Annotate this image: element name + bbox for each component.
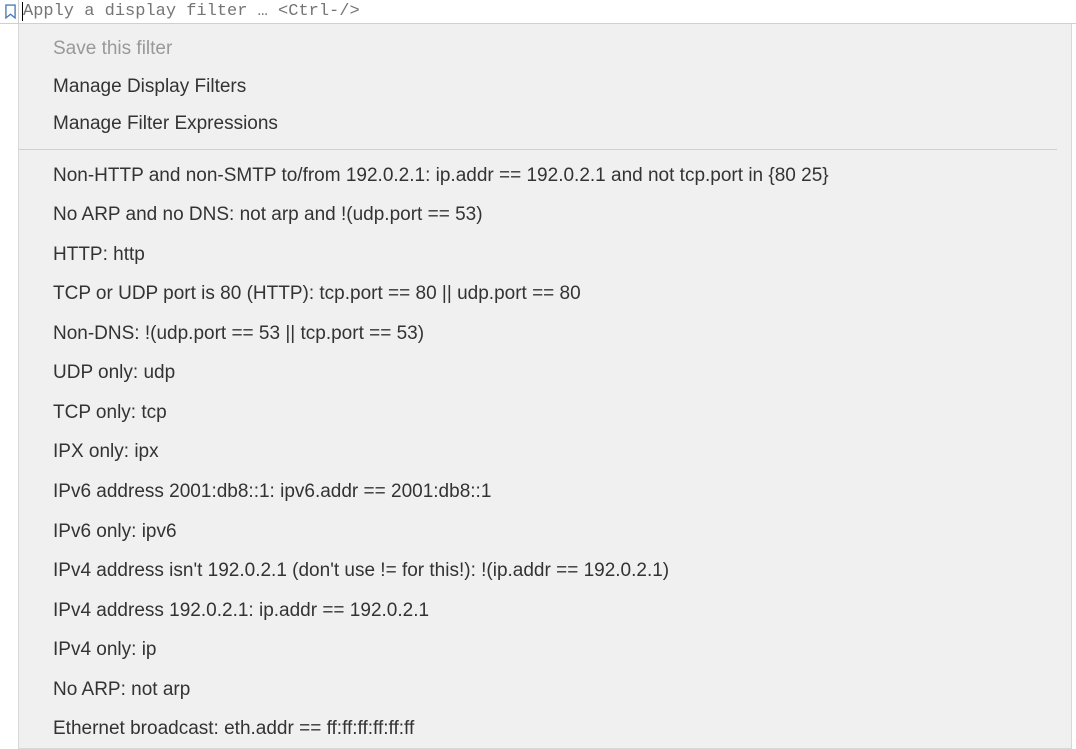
display-filter-bar — [0, 0, 1076, 24]
bookmark-icon[interactable] — [0, 1, 18, 23]
save-this-filter-action: Save this filter — [19, 30, 1057, 68]
filter-item[interactable]: IPv6 only: ipv6 — [19, 512, 1071, 552]
filter-item[interactable]: Non-DNS: !(udp.port == 53 || tcp.port ==… — [19, 314, 1071, 354]
filter-item[interactable]: IPv4 address isn't 192.0.2.1 (don't use … — [19, 551, 1071, 591]
manage-display-filters-action[interactable]: Manage Display Filters — [19, 68, 1057, 106]
filter-item[interactable]: Non-HTTP and non-SMTP to/from 192.0.2.1:… — [19, 156, 1071, 196]
filter-item[interactable]: IPX only: ipx — [19, 432, 1071, 472]
filter-item[interactable]: No ARP: not arp — [19, 670, 1071, 710]
filter-item[interactable]: HTTP: http — [19, 235, 1071, 275]
filter-item[interactable]: TCP only: tcp — [19, 393, 1071, 433]
text-caret — [22, 2, 23, 21]
filter-item[interactable]: Ethernet broadcast: eth.addr == ff:ff:ff… — [19, 709, 1071, 749]
filter-item[interactable]: IPv4 only: ip — [19, 630, 1071, 670]
filter-dropdown-panel: Save this filter Manage Display Filters … — [18, 24, 1072, 749]
filter-input-wrapper — [18, 0, 1076, 23]
saved-filters-list: Non-HTTP and non-SMTP to/from 192.0.2.1:… — [19, 150, 1071, 749]
filter-item[interactable]: IPv4 address 192.0.2.1: ip.addr == 192.0… — [19, 591, 1071, 631]
filter-item[interactable]: IPv6 address 2001:db8::1: ipv6.addr == 2… — [19, 472, 1071, 512]
manage-filter-expressions-action[interactable]: Manage Filter Expressions — [19, 105, 1057, 143]
filter-item[interactable]: UDP only: udp — [19, 353, 1071, 393]
filter-item[interactable]: TCP or UDP port is 80 (HTTP): tcp.port =… — [19, 274, 1071, 314]
display-filter-input[interactable] — [19, 0, 1076, 23]
filter-item[interactable]: No ARP and no DNS: not arp and !(udp.por… — [19, 195, 1071, 235]
filter-actions-section: Save this filter Manage Display Filters … — [19, 24, 1057, 150]
